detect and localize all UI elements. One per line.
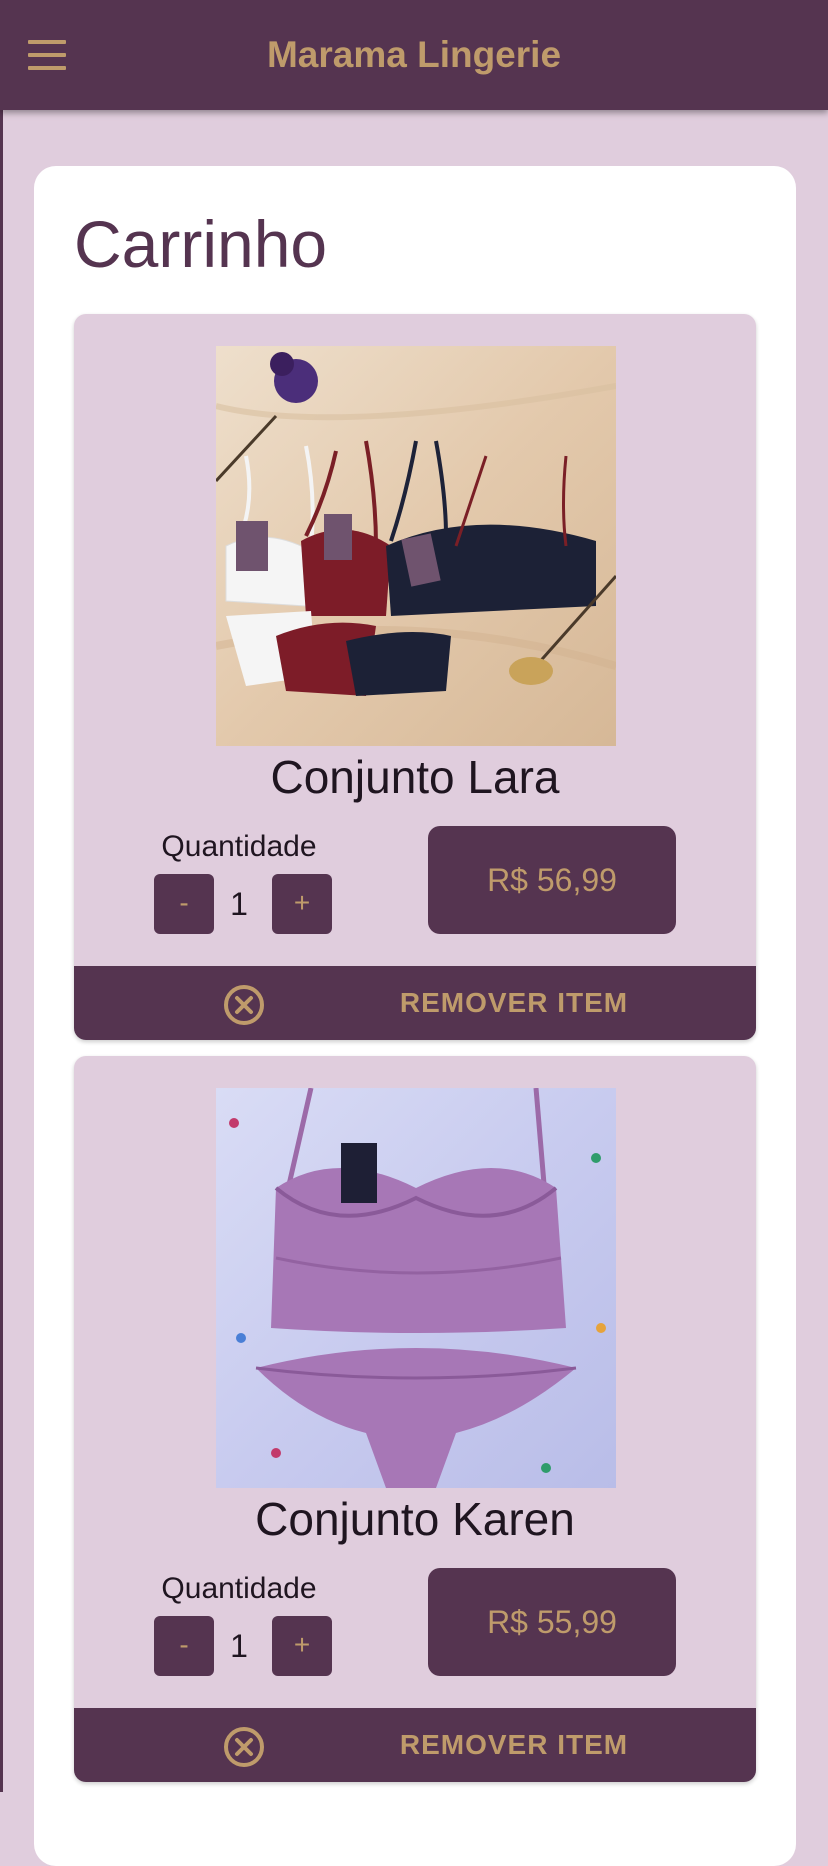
remove-item-label: REMOVER ITEM <box>399 987 629 1018</box>
increment-button[interactable]: + <box>272 874 332 934</box>
cart-item: Conjunto Lara Quantidade - 1 + R$ 56,99 … <box>74 314 756 1040</box>
drawer-edge <box>0 110 3 1792</box>
quantity-value: 1 <box>230 886 248 922</box>
quantity-value: 1 <box>230 1628 248 1664</box>
app-bar: Marama Lingerie <box>0 0 828 110</box>
increment-button[interactable]: + <box>272 1616 332 1676</box>
page-title: Carrinho <box>74 207 328 281</box>
app-title: Marama Lingerie <box>266 34 562 75</box>
remove-item-button[interactable]: REMOVER ITEM <box>74 1708 756 1782</box>
decrement-button[interactable]: - <box>154 874 214 934</box>
remove-item-button[interactable]: REMOVER ITEM <box>74 966 756 1040</box>
product-image <box>216 1088 616 1488</box>
price-button[interactable]: R$ 55,99 <box>428 1568 676 1676</box>
remove-item-label: REMOVER ITEM <box>399 1729 629 1760</box>
product-name: Conjunto Lara <box>270 751 560 803</box>
product-name: Conjunto Karen <box>255 1493 575 1545</box>
cart-container: Carrinho Conjunto Lara Quantidade - 1 + … <box>34 166 796 1866</box>
close-circle-icon <box>224 985 264 1025</box>
quantity-label: Quantidade <box>161 1572 317 1605</box>
product-image <box>216 346 616 746</box>
close-circle-icon <box>224 1727 264 1767</box>
quantity-label: Quantidade <box>161 830 317 863</box>
decrement-button[interactable]: - <box>154 1616 214 1676</box>
cart-item: Conjunto Karen Quantidade - 1 + R$ 55,99… <box>74 1056 756 1782</box>
price-button[interactable]: R$ 56,99 <box>428 826 676 934</box>
